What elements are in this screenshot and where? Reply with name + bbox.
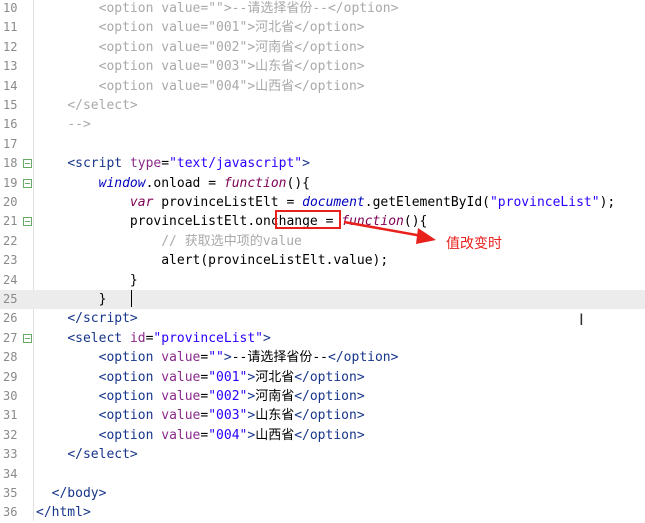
code-line[interactable]: 35 </body> bbox=[0, 484, 645, 503]
code-line[interactable]: 27 <select id="provinceList"> bbox=[0, 329, 645, 348]
code-line[interactable]: 33 </select> bbox=[0, 445, 645, 464]
code-text: <option value="004">山西省</option> bbox=[98, 78, 365, 94]
code-text: </select> bbox=[67, 447, 138, 463]
line-number: 32 bbox=[3, 427, 18, 442]
line-number: 13 bbox=[3, 59, 18, 74]
code-text: </html> bbox=[36, 505, 91, 521]
annotation-arrow-icon bbox=[343, 220, 436, 244]
code-text: <option value="001">河北省</option> bbox=[98, 369, 365, 385]
code-line[interactable]: 31 <option value="003">山东省</option> bbox=[0, 406, 645, 425]
code-line[interactable]: 22 // 获取选中项的value bbox=[0, 232, 645, 251]
code-line[interactable]: 25 } bbox=[0, 290, 645, 310]
code-line[interactable]: 34 bbox=[0, 465, 645, 484]
ibeam-cursor-icon: I bbox=[579, 310, 584, 329]
code-line[interactable]: 30 <option value="002">河南省</option> bbox=[0, 387, 645, 406]
code-line[interactable]: 10 <option value="">--请选择省份--</option> bbox=[0, 0, 645, 18]
code-line[interactable]: 29 <option value="001">河北省</option> bbox=[0, 368, 645, 387]
code-text: --> bbox=[67, 117, 91, 133]
code-text: <option value="004">山西省</option> bbox=[98, 427, 365, 443]
code-text: <option value="002">河南省</option> bbox=[98, 389, 365, 404]
line-number: 26 bbox=[3, 311, 18, 326]
code-line[interactable]: 13 <option value="003">山东省</option> bbox=[0, 57, 645, 76]
code-text: <script type="text/javascript"> bbox=[67, 156, 310, 172]
line-number: 21 bbox=[3, 214, 18, 229]
text-caret bbox=[131, 290, 132, 307]
code-text: } bbox=[36, 292, 107, 307]
line-number: 31 bbox=[3, 408, 18, 423]
code-line[interactable]: 12 <option value="002">河南省</option> bbox=[0, 38, 645, 57]
line-number: 36 bbox=[3, 505, 18, 520]
line-number: 20 bbox=[3, 195, 18, 209]
line-number: 18 bbox=[3, 156, 18, 171]
code-text: alert(provinceListElt.value); bbox=[36, 253, 389, 269]
line-number: 24 bbox=[3, 272, 18, 287]
line-number: 23 bbox=[3, 253, 18, 268]
code-line[interactable]: 24 } bbox=[0, 271, 645, 290]
line-number: 22 bbox=[3, 233, 18, 248]
code-text: window.onload = function(){ bbox=[98, 175, 310, 191]
line-number: 10 bbox=[3, 1, 18, 15]
fold-toggle-icon[interactable] bbox=[23, 217, 32, 227]
code-line[interactable]: 19 window.onload = function(){ bbox=[0, 174, 645, 193]
code-text: // 获取选中项的value bbox=[161, 233, 302, 249]
line-number: 35 bbox=[3, 486, 18, 500]
line-number: 29 bbox=[3, 369, 18, 384]
code-text: <option value="">--请选择省份--</option> bbox=[98, 350, 399, 366]
line-number: 33 bbox=[3, 447, 18, 462]
code-text: <option value="">--请选择省份--</option> bbox=[98, 1, 399, 16]
code-line[interactable]: 32 <option value="004">山西省</option> bbox=[0, 426, 645, 445]
code-line[interactable]: 16 --> bbox=[0, 115, 645, 134]
code-text: </body> bbox=[51, 486, 107, 501]
line-number: 28 bbox=[3, 350, 18, 365]
annotation-label: 值改变时 bbox=[446, 236, 502, 252]
line-number: 11 bbox=[3, 20, 18, 35]
code-line[interactable]: 15 </select> bbox=[0, 96, 645, 115]
onchange-highlight-box bbox=[275, 210, 341, 229]
line-number: 12 bbox=[3, 39, 18, 54]
code-line[interactable]: 23 alert(provinceListElt.value); bbox=[0, 251, 645, 270]
code-text: } bbox=[36, 272, 138, 288]
code-line[interactable]: 28 <option value="">--请选择省份--</option> bbox=[0, 348, 645, 367]
line-number: 27 bbox=[3, 330, 18, 345]
line-number: 16 bbox=[3, 117, 18, 132]
line-number: 15 bbox=[3, 98, 18, 112]
code-line[interactable]: 36 </html> bbox=[0, 503, 645, 522]
code-line[interactable]: 26 </script> bbox=[0, 309, 645, 328]
line-number: 25 bbox=[3, 292, 18, 306]
code-line[interactable]: 17 bbox=[0, 135, 645, 154]
code-text: <select id="provinceList"> bbox=[67, 330, 271, 346]
line-number: 17 bbox=[3, 136, 18, 151]
line-number: 14 bbox=[3, 78, 18, 93]
code-text: </select> bbox=[67, 98, 138, 113]
line-number: 34 bbox=[3, 466, 18, 481]
code-editor[interactable]: 10 <option value="">--请选择省份--</option> 11… bbox=[0, 0, 645, 521]
code-text: <option value="003">山东省</option> bbox=[98, 408, 365, 424]
code-text: <option value="002">河南省</option> bbox=[98, 39, 365, 55]
code-text: <option value="003">山东省</option> bbox=[98, 59, 365, 75]
fold-toggle-icon[interactable] bbox=[23, 333, 32, 343]
line-number: 30 bbox=[3, 389, 18, 403]
code-line[interactable]: 18 <script type="text/javascript"> bbox=[0, 154, 645, 173]
fold-toggle-icon[interactable] bbox=[23, 159, 32, 169]
code-line[interactable]: 14 <option value="004">山西省</option> bbox=[0, 77, 645, 96]
fold-toggle-icon[interactable] bbox=[23, 178, 32, 188]
code-text: </script> bbox=[67, 311, 138, 327]
code-text: <option value="001">河北省</option> bbox=[98, 20, 365, 36]
line-number: 19 bbox=[3, 175, 18, 190]
code-line[interactable]: 11 <option value="001">河北省</option> bbox=[0, 18, 645, 37]
